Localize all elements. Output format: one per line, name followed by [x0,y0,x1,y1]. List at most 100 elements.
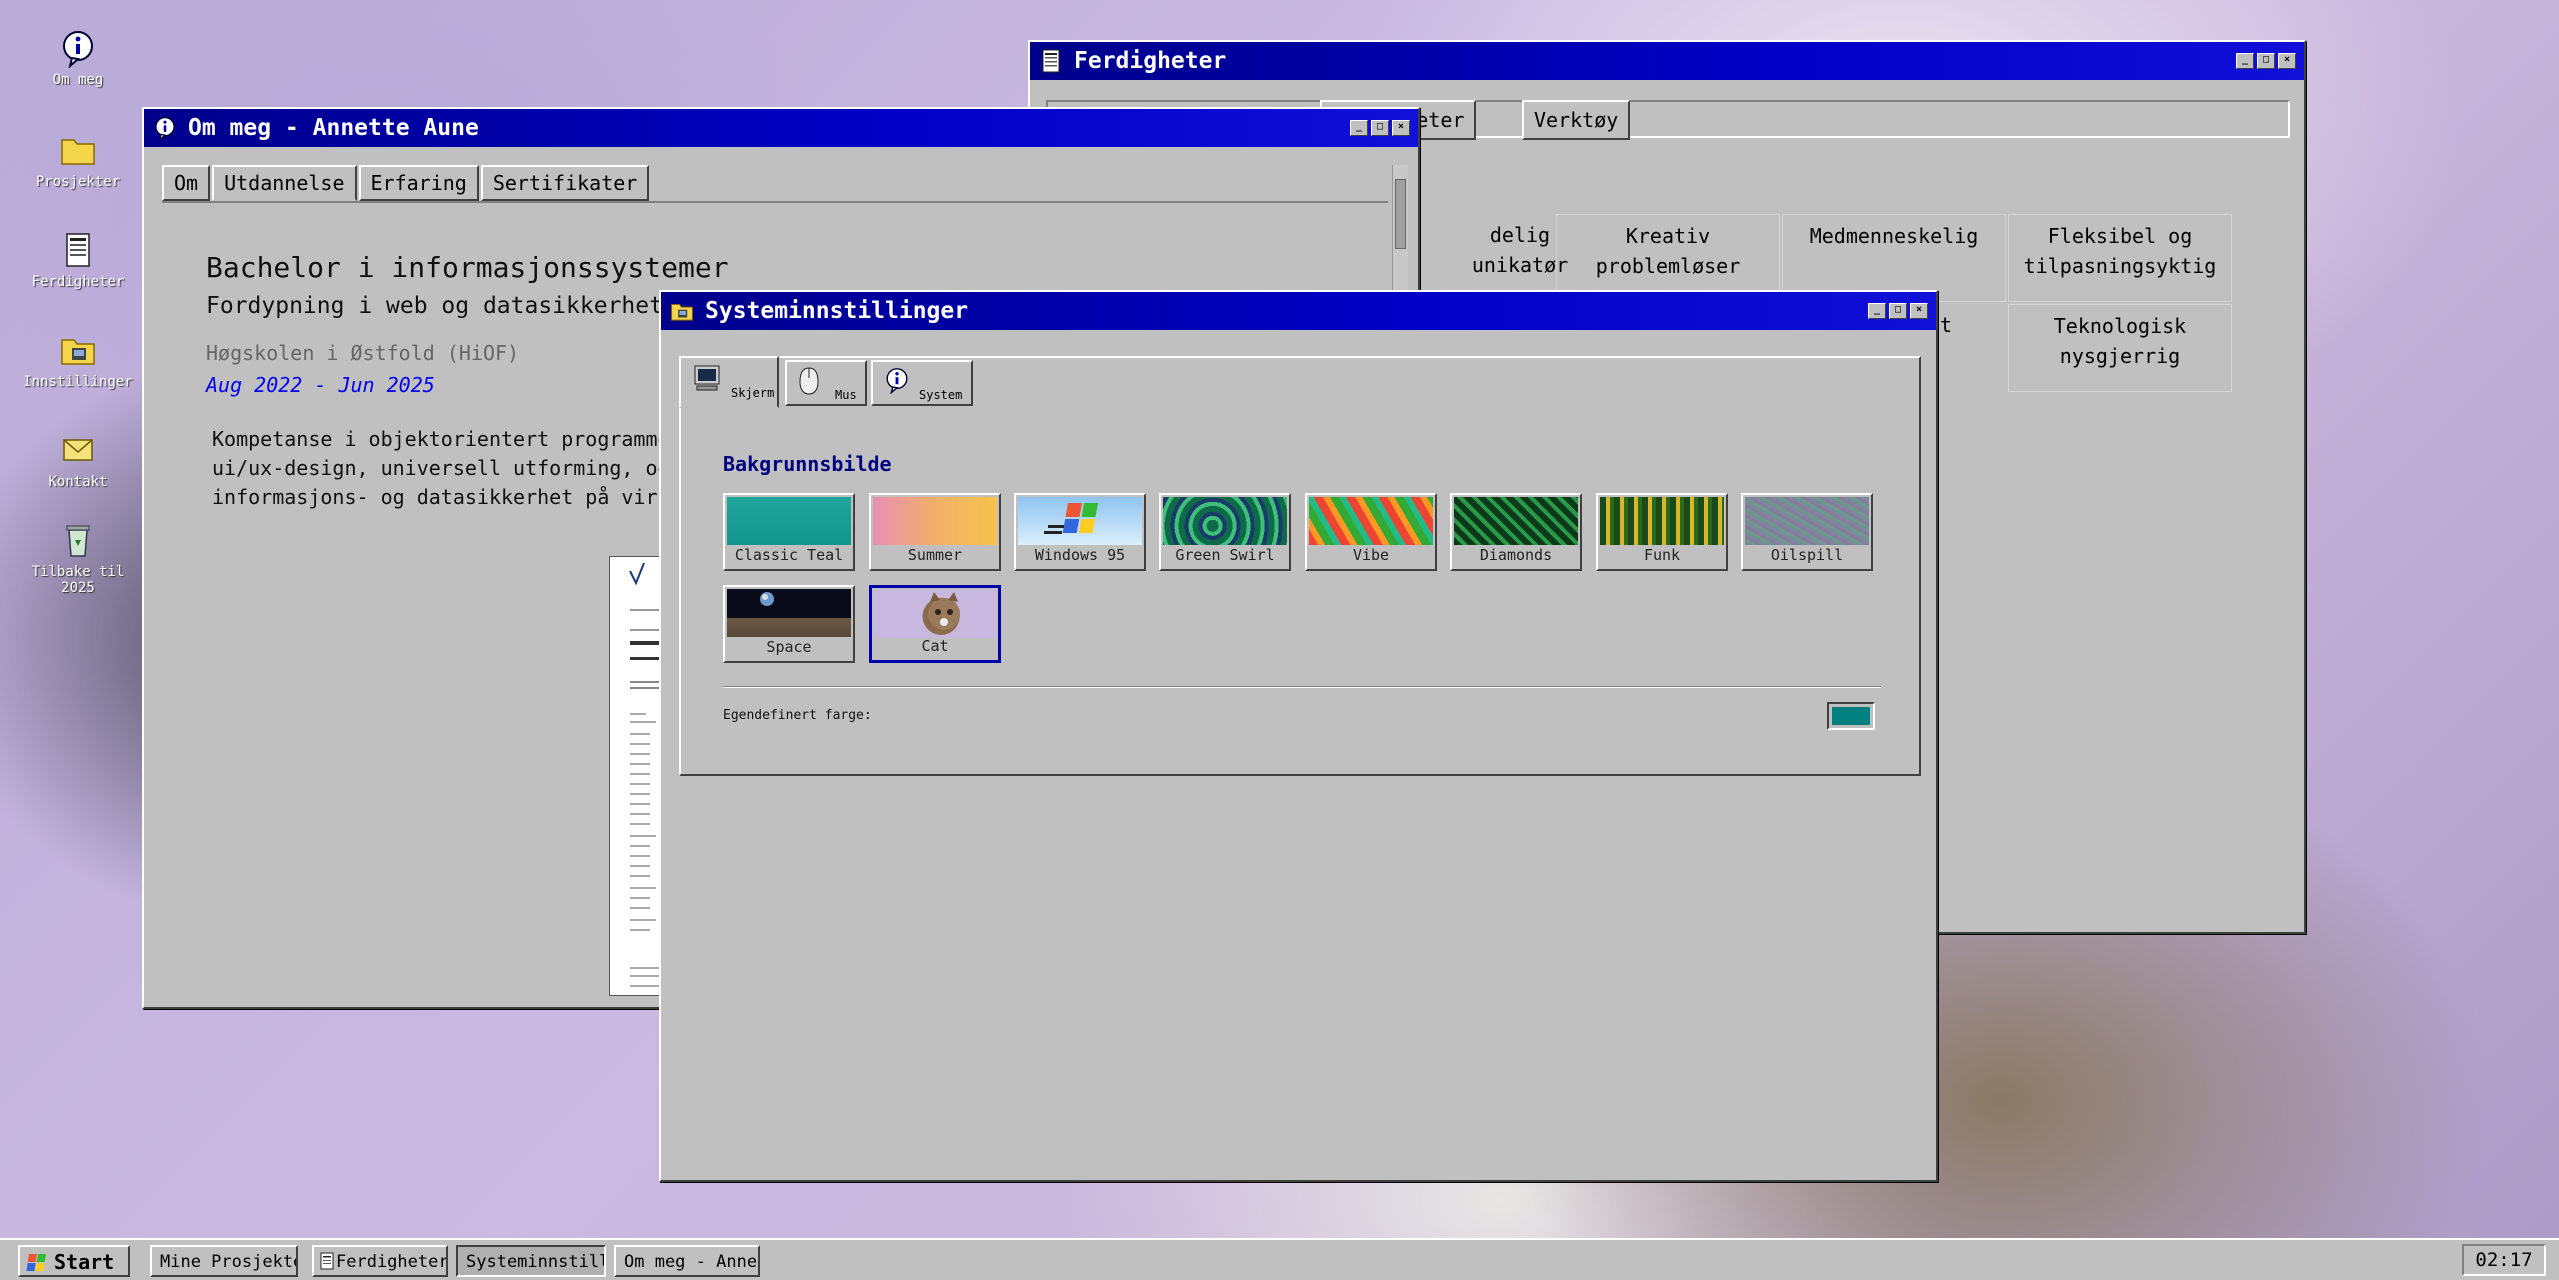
taskbar: Start Mine Prosjekter Ferdigheter System… [0,1238,2559,1280]
wallpaper-preview [1600,497,1724,545]
tab-mus[interactable]: Mus [785,360,867,406]
minimize-button[interactable]: _ [1868,303,1886,319]
tab-label: Erfaring [370,171,467,195]
maximize-button[interactable]: □ [2257,53,2275,69]
desktop-icon-prosjekter[interactable]: Prosjekter [18,130,138,190]
taskbar-item-om-meg[interactable]: Om meg - Annette Aune [614,1245,760,1277]
wallpaper-preview [727,589,851,637]
tab-verktoy[interactable]: Verktøy [1522,100,1631,140]
tab-sertifikater[interactable]: Sertifikater [480,165,650,201]
desktop-icon-kontakt[interactable]: Kontakt [18,430,138,490]
wallpaper-label: Classic Teal [734,546,844,564]
tab-label: System [919,388,963,402]
settings-icon [58,330,98,370]
windows-logo-icon [26,1254,46,1271]
system-clock: 02:17 [2462,1244,2546,1276]
taskbar-item-label: Mine Prosjekter [160,1252,296,1272]
wallpaper-preview [1309,497,1433,545]
om-meg-titlebar[interactable]: Om meg - Annette Aune _ □ × [144,109,1418,147]
window-title: Systeminnstillinger [705,298,969,324]
recycle-icon [58,520,98,560]
maximize-button[interactable]: □ [1371,120,1389,136]
wallpaper-vibe[interactable]: Vibe [1305,493,1437,571]
wallpaper-funk[interactable]: Funk [1596,493,1728,571]
taskbar-item-ferdigheter[interactable]: Ferdigheter [312,1245,448,1277]
scrollbar-thumb[interactable] [1395,179,1406,249]
skill-cell: Teknologisk nysgjerrig [2008,304,2232,392]
wallpaper-oilspill[interactable]: Oilspill [1741,493,1873,571]
custom-color-picker[interactable] [1827,702,1875,730]
maximize-button[interactable]: □ [1889,303,1907,319]
mouse-icon [799,367,819,395]
desktop-icon-label: Tilbake til 2025 [31,564,125,596]
info-icon [152,115,178,142]
taskbar-item-systeminnstillinger[interactable]: Systeminnstillinger [456,1245,606,1277]
desktop-icon-label: Om meg [52,72,104,88]
wallpaper-label: Diamonds [1479,546,1553,564]
wallpaper-preview [1018,497,1142,545]
document-icon [58,230,98,270]
tab-om[interactable]: Om [162,165,211,201]
minimize-button[interactable]: _ [2236,53,2254,69]
desktop-icon-label: Ferdigheter [31,274,125,290]
wallpaper-preview [1454,497,1578,545]
document-icon [1038,48,1064,74]
custom-color-label: Egendefinert farge: [723,708,872,723]
school-name: Høgskolen i Østfold (HiOF) [206,341,520,365]
settings-titlebar[interactable]: Systeminnstillinger _ □ × [661,292,1936,330]
wallpaper-label: Summer [907,546,963,564]
tab-label: Om [174,171,199,195]
settings-window[interactable]: Systeminnstillinger _ □ × Skjerm Mus Sys… [659,290,1938,1182]
wallpaper-cat[interactable]: Cat [869,585,1001,663]
wallpaper-diamonds[interactable]: Diamonds [1450,493,1582,571]
close-button[interactable]: × [1910,303,1928,319]
tab-label: Verktøy [1534,108,1619,132]
wallpaper-preview [1745,497,1869,545]
folder-icon [58,130,98,170]
wallpaper-summer[interactable]: Summer [869,493,1001,571]
specialization: Fordypning i web og datasikkerhet [206,293,663,319]
tab-skjerm[interactable]: Skjerm [679,356,779,408]
tab-label: Skjerm [731,386,775,400]
desktop-icon-om-meg[interactable]: Om meg [18,28,138,88]
om-meg-tabs: Om Utdannelse Erfaring Sertifikater [162,165,650,201]
ferdigheter-titlebar[interactable]: Ferdigheter _ □ × [1030,42,2304,80]
wallpaper-windows-95[interactable]: Windows 95 [1014,493,1146,571]
taskbar-item-mine-prosjekter[interactable]: Mine Prosjekter [150,1245,298,1277]
wallpaper-space[interactable]: Space [723,585,855,663]
wallpaper-label: Space [766,638,812,656]
tab-label: Mus [835,388,857,402]
desktop-icon-label: Innstillinger [23,374,133,390]
degree-title: Bachelor i informasjonssystemer [206,251,729,284]
info-icon [58,28,98,69]
close-button[interactable]: × [1392,120,1410,136]
wallpaper-classic-teal[interactable]: Classic Teal [723,493,855,571]
desktop-icon-ferdigheter[interactable]: Ferdigheter [18,230,138,290]
wallpaper-preview [727,497,851,545]
tab-utdannelse[interactable]: Utdannelse [212,165,357,201]
skill-cell: Medmenneskelig [1782,214,2006,302]
taskbar-item-label: Om meg - Annette Aune [624,1252,758,1272]
description: Kompetanse i objektorientert programmer … [212,425,682,512]
tab-system[interactable]: System [871,360,973,406]
start-button[interactable]: Start [18,1245,130,1277]
close-button[interactable]: × [2278,53,2296,69]
wallpaper-preview [874,590,996,638]
description-line: informasjons- og datasikkerhet på virks [212,485,682,509]
desktop-icon-tilbake[interactable]: Tilbake til 2025 [18,520,138,596]
taskbar-item-label: Systeminnstillinger [466,1252,606,1272]
desktop-icon-label: Prosjekter [35,174,121,190]
minimize-button[interactable]: _ [1350,120,1368,136]
wallpaper-green-swirl[interactable]: Green Swirl [1159,493,1291,571]
wallpaper-label: Windows 95 [1034,546,1126,564]
wallpaper-label: Cat [921,637,949,655]
wallpaper-preview [873,497,997,545]
wallpaper-label: Oilspill [1770,546,1844,564]
study-period: Aug 2022 - Jun 2025 [206,373,435,397]
tab-label: Utdannelse [224,171,345,195]
desktop-icon-innstillinger[interactable]: Innstillinger [18,330,138,390]
skill-cell: Kreativ problemløser [1556,214,1780,302]
tab-erfaring[interactable]: Erfaring [358,165,479,201]
skill-cell: Fleksibel og tilpasningsyktig [2008,214,2232,302]
divider [723,686,1881,688]
